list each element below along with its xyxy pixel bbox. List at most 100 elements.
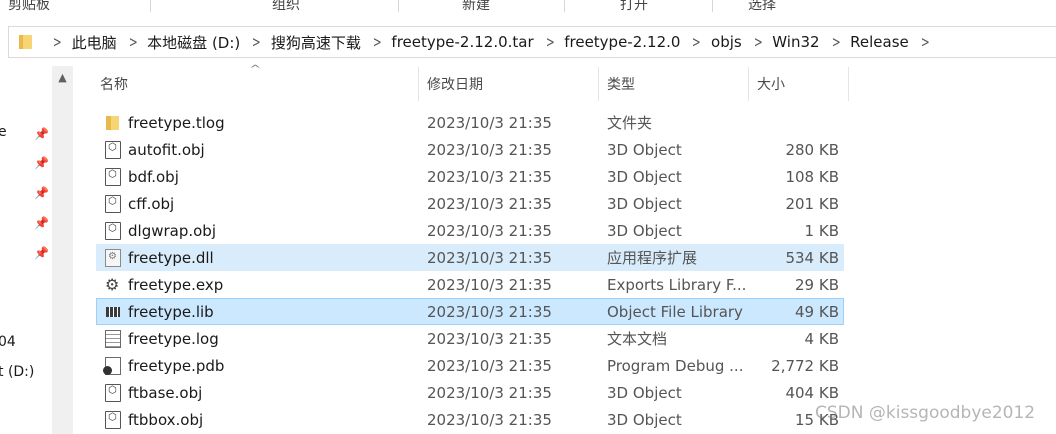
breadcrumb-item-downloads[interactable]: 搜狗高速下载 (271, 32, 361, 53)
nav-item[interactable]: 04 (0, 334, 16, 350)
file-type: Object File Library (607, 302, 743, 321)
file-row[interactable]: cff.obj 2023/10/3 21:35 3D Object 201 KB (96, 190, 844, 217)
breadcrumb-item-local-disk[interactable]: 本地磁盘 (D:) (147, 32, 240, 53)
column-header: 名称 修改日期 类型 大小 (92, 67, 852, 101)
file-size: 201 KB (785, 194, 839, 213)
file-type: Program Debug ... (607, 356, 744, 375)
file-name: freetype.dll (128, 248, 214, 267)
file-row[interactable]: freetype.pdb 2023/10/3 21:35 Program Deb… (96, 352, 844, 379)
file-size: 49 KB (795, 302, 839, 321)
column-size-label: 大小 (757, 77, 785, 93)
file-name: cff.obj (128, 194, 175, 213)
ribbon-group-open: 打开 (620, 0, 648, 12)
3d-object-icon (105, 140, 121, 159)
ribbon-group-clipboard: 剪贴板 (8, 0, 50, 12)
file-row[interactable]: ftbase.obj 2023/10/3 21:35 3D Object 404… (96, 379, 844, 406)
file-row[interactable]: autofit.obj 2023/10/3 21:35 3D Object 28… (96, 136, 844, 163)
ribbon-separator (398, 0, 399, 12)
file-row[interactable]: freetype.tlog 2023/10/3 21:35 文件夹 (96, 109, 844, 136)
column-size[interactable]: 大小 (749, 67, 849, 101)
file-row[interactable]: ftbbox.obj 2023/10/3 21:35 3D Object 15 … (96, 406, 844, 433)
file-date: 2023/10/3 21:35 (427, 329, 552, 348)
file-name: freetype.exp (128, 275, 224, 294)
3d-object-icon (105, 194, 121, 213)
chevron-right-icon[interactable]: > (252, 33, 261, 51)
file-size: 280 KB (785, 140, 839, 159)
breadcrumb-item-release[interactable]: Release (850, 33, 909, 51)
chevron-right-icon[interactable]: > (692, 33, 701, 51)
file-date: 2023/10/3 21:35 (427, 356, 552, 375)
pdb-icon (103, 356, 121, 375)
scroll-up-icon[interactable]: ▲ (52, 68, 73, 88)
file-row[interactable]: freetype.log 2023/10/3 21:35 文本文档 4 KB (96, 325, 844, 352)
file-name: ftbase.obj (128, 383, 203, 402)
file-row-selected[interactable]: freetype.lib 2023/10/3 21:35 Object File… (96, 298, 844, 325)
breadcrumb-item-objs[interactable]: objs (711, 33, 742, 51)
ribbon-separator (150, 0, 151, 12)
nav-scrollbar[interactable] (52, 66, 73, 434)
chevron-right-icon[interactable]: > (921, 33, 930, 51)
address-bar[interactable]: > 此电脑 > 本地磁盘 (D:) > 搜狗高速下载 > freetype-2.… (8, 26, 1056, 58)
file-size: 1 KB (804, 221, 839, 240)
file-type: 3D Object (607, 383, 682, 402)
breadcrumb: > 此电脑 > 本地磁盘 (D:) > 搜狗高速下载 > freetype-2.… (41, 32, 939, 53)
column-name[interactable]: 名称 (92, 67, 419, 101)
text-file-icon (105, 329, 121, 348)
breadcrumb-item-this-pc[interactable]: 此电脑 (72, 32, 117, 53)
exp-icon (105, 275, 121, 294)
3d-object-icon (105, 410, 121, 429)
file-date: 2023/10/3 21:35 (427, 140, 552, 159)
pin-icon[interactable]: 📌 (34, 246, 49, 260)
chevron-right-icon[interactable]: > (546, 33, 555, 51)
ribbon-group-organize: 组织 (272, 0, 300, 12)
chevron-right-icon[interactable]: > (128, 33, 137, 51)
ribbon-group-new: 新建 (462, 0, 490, 12)
breadcrumb-item-freetype[interactable]: freetype-2.12.0 (564, 33, 680, 51)
pin-icon[interactable]: 📌 (34, 127, 49, 141)
3d-object-icon (105, 167, 121, 186)
ribbon-group-labels: 剪贴板 组织 新建 打开 选择 (0, 0, 1056, 12)
file-name: autofit.obj (128, 140, 205, 159)
column-type-label: 类型 (607, 77, 635, 93)
breadcrumb-item-tar[interactable]: freetype-2.12.0.tar (391, 33, 533, 51)
column-date[interactable]: 修改日期 (419, 67, 599, 101)
file-size: 2,772 KB (771, 356, 839, 375)
file-size: 404 KB (785, 383, 839, 402)
file-size: 29 KB (795, 275, 839, 294)
file-date: 2023/10/3 21:35 (427, 167, 552, 186)
nav-item[interactable]: e (0, 124, 7, 140)
dll-icon (105, 248, 121, 267)
file-date: 2023/10/3 21:35 (427, 275, 552, 294)
file-type: 3D Object (607, 140, 682, 159)
file-size: 534 KB (785, 248, 839, 267)
ribbon-separator (712, 0, 713, 12)
file-row-hovered[interactable]: freetype.dll 2023/10/3 21:35 应用程序扩展 534 … (96, 244, 844, 271)
lib-icon (105, 303, 121, 321)
file-list: freetype.tlog 2023/10/3 21:35 文件夹 autofi… (96, 109, 844, 433)
file-type: 应用程序扩展 (607, 249, 698, 267)
chevron-right-icon[interactable]: > (53, 33, 62, 51)
pin-icon[interactable]: 📌 (34, 186, 49, 200)
file-type: 3D Object (607, 221, 682, 240)
file-type: 3D Object (607, 194, 682, 213)
column-type[interactable]: 类型 (599, 67, 749, 101)
folder-icon (19, 35, 37, 49)
file-type: 3D Object (607, 410, 682, 429)
file-size: 4 KB (804, 329, 839, 348)
column-date-label: 修改日期 (427, 77, 483, 93)
pin-icon[interactable]: 📌 (34, 216, 49, 230)
file-date: 2023/10/3 21:35 (427, 194, 552, 213)
nav-item-drive[interactable]: t (D:) (0, 364, 34, 380)
file-date: 2023/10/3 21:35 (427, 410, 552, 429)
pin-icon[interactable]: 📌 (34, 156, 49, 170)
chevron-right-icon[interactable]: > (754, 33, 763, 51)
file-row[interactable]: freetype.exp 2023/10/3 21:35 Exports Lib… (96, 271, 844, 298)
file-name: bdf.obj (128, 167, 179, 186)
file-row[interactable]: dlgwrap.obj 2023/10/3 21:35 3D Object 1 … (96, 217, 844, 244)
3d-object-icon (105, 383, 121, 402)
chevron-right-icon[interactable]: > (373, 33, 382, 51)
chevron-right-icon[interactable]: > (831, 33, 840, 51)
file-row[interactable]: bdf.obj 2023/10/3 21:35 3D Object 108 KB (96, 163, 844, 190)
breadcrumb-item-win32[interactable]: Win32 (772, 33, 819, 51)
file-date: 2023/10/3 21:35 (427, 248, 552, 267)
